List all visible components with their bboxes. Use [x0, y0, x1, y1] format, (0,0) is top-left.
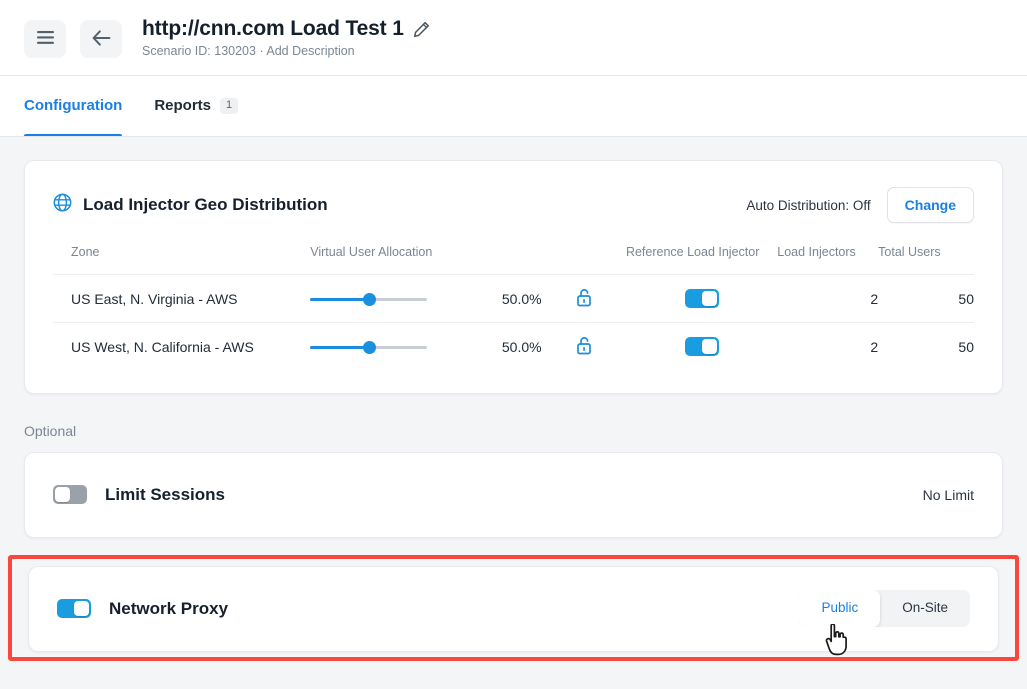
- column-header-percent: [502, 239, 576, 275]
- lock-cell: [575, 322, 626, 371]
- toggle-knob: [55, 487, 70, 502]
- change-button[interactable]: Change: [886, 187, 974, 223]
- proxy-option-public[interactable]: Public: [799, 590, 881, 627]
- tab-bar: Configuration Reports 1: [0, 76, 1027, 137]
- auto-distribution-status: Auto Distribution: Off: [746, 197, 871, 213]
- allocation-percent: 50.0%: [501, 322, 576, 371]
- zone-name: US West, N. California - AWS: [53, 322, 311, 371]
- add-description-link[interactable]: Add Description: [266, 44, 354, 58]
- title-block: http://cnn.com Load Test 1 Scenario ID: …: [142, 17, 430, 58]
- column-header-reference: Reference Load Injector: [625, 245, 760, 259]
- page-subtitle: Scenario ID: 130203 · Add Description: [142, 44, 430, 58]
- tab-configuration-label: Configuration: [24, 97, 123, 114]
- geo-distribution-table: Zone Virtual User Allocation Reference L…: [53, 239, 974, 371]
- table-header-row: Zone Virtual User Allocation Reference L…: [53, 239, 974, 275]
- network-proxy-title: Network Proxy: [109, 598, 229, 618]
- optional-section-label: Optional: [24, 422, 77, 439]
- toggle-knob: [74, 601, 89, 616]
- lock-cell: [575, 274, 626, 323]
- slider-fill: [310, 297, 369, 301]
- limit-sessions-toggle[interactable]: [53, 485, 87, 504]
- reference-injector-toggle[interactable]: [684, 337, 719, 357]
- toggle-knob: [701, 291, 717, 306]
- allocation-cell: [310, 274, 502, 323]
- tab-configuration[interactable]: Configuration: [24, 76, 123, 137]
- geo-distribution-card: Load Injector Geo Distribution Auto Dist…: [24, 160, 1003, 394]
- menu-button[interactable]: [24, 20, 66, 58]
- arrow-left-icon: [92, 29, 111, 49]
- tab-reports-badge: 1: [220, 97, 239, 114]
- column-header-injectors: Load Injectors: [777, 245, 856, 259]
- unlock-icon[interactable]: [576, 336, 592, 355]
- column-header-lock: [576, 239, 626, 275]
- network-proxy-highlight: Network Proxy Public On-Site: [8, 554, 1019, 661]
- column-header-zone: Zone: [71, 245, 100, 259]
- page-title: http://cnn.com Load Test 1: [142, 17, 404, 40]
- globe-icon: [53, 193, 72, 217]
- load-injectors-count: 2: [777, 274, 879, 323]
- limit-sessions-value: No Limit: [922, 486, 974, 503]
- slider-fill: [310, 345, 369, 349]
- hamburger-icon: [36, 31, 54, 47]
- geo-card-header: Load Injector Geo Distribution Auto Dist…: [53, 161, 974, 223]
- table-row: US East, N. Virginia - AWS 50.0% 2 50: [53, 274, 974, 323]
- reference-injector-toggle[interactable]: [684, 289, 719, 308]
- unlock-icon[interactable]: [576, 288, 592, 307]
- app-header: http://cnn.com Load Test 1 Scenario ID: …: [0, 0, 1027, 76]
- network-proxy-toggle[interactable]: [57, 599, 91, 618]
- limit-sessions-card: Limit Sessions No Limit: [24, 451, 1003, 538]
- geo-card-title: Load Injector Geo Distribution: [83, 195, 328, 214]
- allocation-percent: 50.0%: [501, 274, 576, 323]
- subtitle-separator: ·: [255, 44, 267, 58]
- proxy-option-on-site[interactable]: On-Site: [880, 590, 970, 627]
- reference-injector-cell: [625, 274, 778, 323]
- mouse-cursor-pointer-hand: [824, 623, 850, 661]
- slider-knob[interactable]: [362, 340, 376, 354]
- back-button[interactable]: [80, 20, 122, 58]
- zone-name: US East, N. Virginia - AWS: [53, 274, 311, 323]
- allocation-cell: [310, 322, 502, 371]
- allocation-slider[interactable]: [310, 339, 428, 355]
- limit-sessions-title: Limit Sessions: [105, 484, 225, 504]
- total-users-count: 50: [878, 322, 974, 371]
- pencil-icon[interactable]: [413, 21, 430, 38]
- network-proxy-card: Network Proxy Public On-Site: [28, 565, 999, 656]
- allocation-slider[interactable]: [310, 291, 428, 307]
- network-proxy-segmented-control: Public On-Site: [799, 590, 970, 627]
- tab-reports-label: Reports: [154, 97, 212, 114]
- column-header-allocation: Virtual User Allocation: [310, 245, 433, 259]
- main-content: Load Injector Geo Distribution Auto Dist…: [0, 160, 1027, 538]
- load-injectors-count: 2: [777, 322, 879, 371]
- slider-knob[interactable]: [362, 292, 376, 306]
- total-users-count: 50: [878, 274, 974, 323]
- tab-reports[interactable]: Reports 1: [154, 76, 239, 137]
- reference-injector-cell: [625, 322, 778, 371]
- scenario-id: Scenario ID: 130203: [142, 44, 256, 58]
- toggle-knob: [701, 339, 717, 355]
- column-header-total-users: Total Users: [878, 245, 941, 259]
- table-row: US West, N. California - AWS 50.0% 2 50: [53, 322, 974, 371]
